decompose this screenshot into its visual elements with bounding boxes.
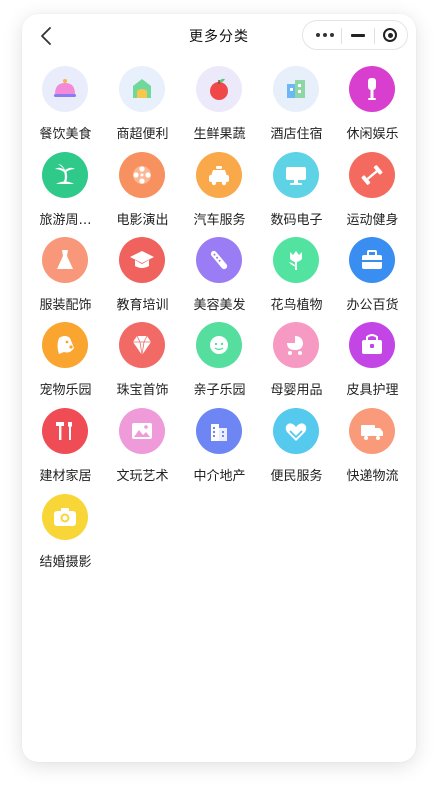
category-item[interactable]: 生鲜果蔬 [181,66,258,152]
graduation-cap-icon [119,237,165,283]
category-label: 便民服务 [270,469,323,484]
category-label: 教育培训 [116,298,169,313]
category-item[interactable]: 文玩艺术 [104,408,181,494]
category-item[interactable]: 休闲娱乐 [334,66,411,152]
category-label: 珠宝首饰 [116,383,169,398]
category-item[interactable]: 建材家居 [27,408,104,494]
heart-hands-icon [273,408,319,454]
category-label: 餐饮美食 [39,127,92,142]
camera-icon [42,494,88,540]
category-label: 亲子乐园 [193,383,246,398]
close-button[interactable] [375,21,405,49]
category-label: 皮具护理 [346,383,399,398]
category-item[interactable]: 宠物乐园 [27,322,104,408]
building-icon [196,408,242,454]
category-label: 中介地产 [193,469,246,484]
category-item[interactable]: 皮具护理 [334,322,411,408]
category-label: 母婴用品 [270,383,323,398]
category-label: 生鲜果蔬 [193,127,246,142]
category-item[interactable]: 电影演出 [104,152,181,238]
car-icon [196,152,242,198]
category-item[interactable]: 亲子乐园 [181,322,258,408]
category-item[interactable]: 中介地产 [181,408,258,494]
category-item[interactable]: 商超便利 [104,66,181,152]
category-item[interactable]: 旅游周… [27,152,104,238]
category-label: 快递物流 [346,469,399,484]
mini-program-page: 更多分类 餐饮美食 商超便利 生鲜果蔬 酒店住宿 休闲娱乐旅游周… 电影演出 汽车服务 数码电… [22,14,416,762]
category-item[interactable]: 餐饮美食 [27,66,104,152]
category-label: 数码电子 [270,213,323,228]
hotel-icon [273,66,319,112]
category-label: 办公百货 [346,298,399,313]
minimize-icon [351,33,365,37]
comb-icon [196,237,242,283]
target-close-icon [383,28,397,42]
diamond-icon [119,322,165,368]
category-item[interactable]: 珠宝首饰 [104,322,181,408]
category-item[interactable]: 美容美发 [181,237,258,323]
category-item[interactable]: 教育培训 [104,237,181,323]
category-label: 汽车服务 [193,213,246,228]
category-label: 商超便利 [116,127,169,142]
picture-icon [119,408,165,454]
category-label: 旅游周… [39,213,92,228]
tulip-icon [273,237,319,283]
baby-face-icon [196,322,242,368]
briefcase-icon [349,237,395,283]
category-label: 建材家居 [39,469,92,484]
capsule-divider [341,28,342,44]
category-item[interactable]: 汽车服务 [181,152,258,238]
minimize-button[interactable] [343,21,373,49]
category-label: 结婚摄影 [39,555,92,570]
category-item[interactable]: 酒店住宿 [258,66,335,152]
category-item[interactable]: 办公百货 [334,237,411,323]
category-item[interactable]: 运动健身 [334,152,411,238]
palm-tree-icon [42,152,88,198]
category-item[interactable]: 快递物流 [334,408,411,494]
category-label: 花鸟植物 [270,298,323,313]
category-item[interactable]: 服装配饰 [27,237,104,323]
more-dots-icon [316,33,334,37]
microphone-icon [349,66,395,112]
category-label: 宠物乐园 [39,383,92,398]
category-item[interactable]: 结婚摄影 [27,494,104,580]
apple-icon [196,66,242,112]
category-label: 电影演出 [116,213,169,228]
category-item[interactable]: 花鸟植物 [258,237,335,323]
dog-icon [42,322,88,368]
tools-icon [42,408,88,454]
film-reel-icon [119,152,165,198]
monitor-icon [273,152,319,198]
category-label: 休闲娱乐 [346,127,399,142]
dumbbell-icon [349,152,395,198]
category-label: 文玩艺术 [116,469,169,484]
category-label: 服装配饰 [39,298,92,313]
category-item[interactable]: 数码电子 [258,152,335,238]
capsule-menu [302,20,408,50]
category-label: 酒店住宿 [270,127,323,142]
truck-icon [349,408,395,454]
store-icon [119,66,165,112]
category-item[interactable]: 母婴用品 [258,322,335,408]
category-label: 美容美发 [193,298,246,313]
stroller-icon [273,322,319,368]
handbag-icon [349,322,395,368]
cloche-icon [42,66,88,112]
dress-icon [42,237,88,283]
more-button[interactable] [307,21,343,49]
category-item[interactable]: 便民服务 [258,408,335,494]
navigation-bar: 更多分类 [22,14,416,58]
category-label: 运动健身 [346,213,399,228]
